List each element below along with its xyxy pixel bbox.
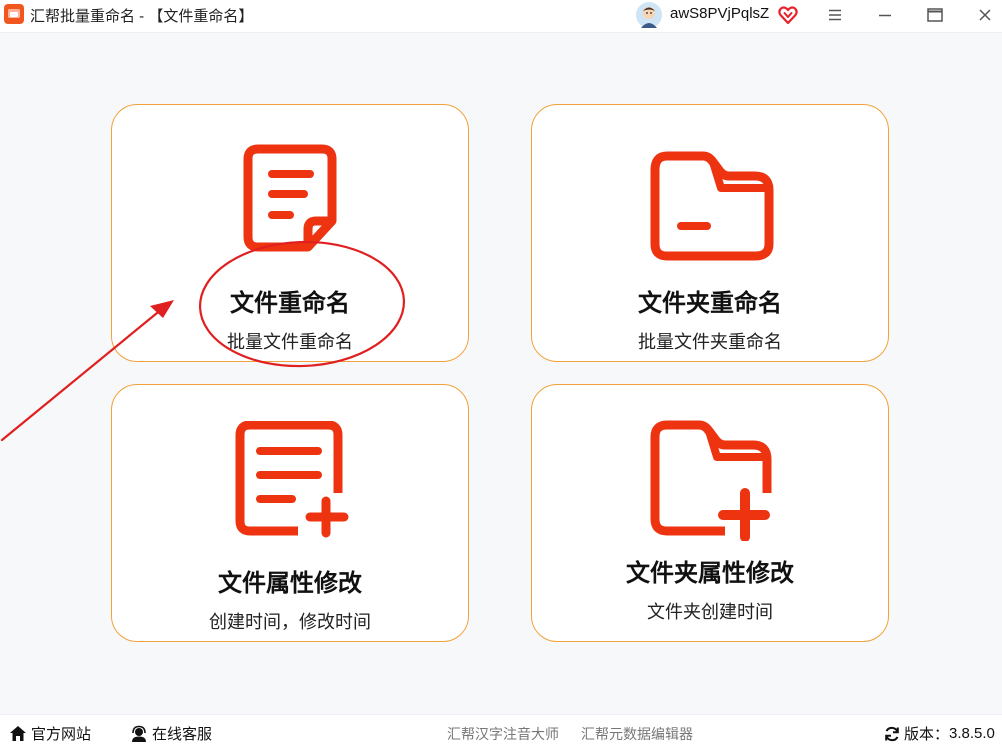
online-service-link[interactable]: 在线客服 <box>130 723 212 744</box>
document-icon <box>243 144 337 252</box>
app-logo <box>4 4 24 24</box>
title-bar: 汇帮批量重命名 - 【文件重命名】 awS8PVjPqlsZ <box>0 0 1002 33</box>
minimize-button[interactable] <box>871 2 899 28</box>
app-window: 汇帮批量重命名 - 【文件重命名】 awS8PVjPqlsZ 文件重命名 批量文… <box>0 0 1002 746</box>
menu-button[interactable] <box>821 2 849 28</box>
close-button[interactable] <box>971 2 999 28</box>
file-rename-card[interactable]: 文件重命名 批量文件重命名 <box>111 104 469 362</box>
home-icon <box>10 726 26 741</box>
version-prefix: 版本： <box>904 726 950 743</box>
folder-add-icon <box>650 420 772 541</box>
folder-attribute-card[interactable]: 文件夹属性修改 文件夹创建时间 <box>531 384 889 642</box>
card-subtitle: 文件夹创建时间 <box>647 602 773 622</box>
card-title: 文件夹属性修改 <box>626 560 794 587</box>
file-attribute-card[interactable]: 文件属性修改 创建时间，修改时间 <box>111 384 469 642</box>
avatar[interactable] <box>636 2 662 28</box>
status-bar: 官方网站 在线客服 汇帮汉字注音大师 汇帮元数据编辑器 版本： 3.8.5.0 <box>0 714 1002 746</box>
card-title: 文件重命名 <box>230 290 350 317</box>
menu-icon <box>829 9 841 21</box>
version-info[interactable]: 版本： 3.8.5.0 <box>884 723 995 744</box>
card-title: 文件夹重命名 <box>638 290 782 317</box>
window-title: 汇帮批量重命名 - 【文件重命名】 <box>30 8 254 25</box>
metadata-editor-link[interactable]: 汇帮元数据编辑器 <box>581 724 693 744</box>
close-icon <box>979 9 991 21</box>
official-site-label: 官方网站 <box>31 726 92 743</box>
card-title: 文件属性修改 <box>218 570 362 597</box>
maximize-button[interactable] <box>921 2 949 28</box>
vip-heart-icon[interactable] <box>778 5 798 25</box>
document-add-icon <box>235 421 349 538</box>
card-subtitle: 批量文件夹重命名 <box>638 332 782 352</box>
folder-rename-card[interactable]: 文件夹重命名 批量文件夹重命名 <box>531 104 889 362</box>
online-service-label: 在线客服 <box>152 726 213 743</box>
folder-icon <box>650 151 774 261</box>
minimize-icon <box>879 14 891 17</box>
card-subtitle: 批量文件重命名 <box>227 332 353 352</box>
customer-service-icon <box>132 725 146 742</box>
maximize-icon <box>927 8 943 22</box>
pinyin-tool-link[interactable]: 汇帮汉字注音大师 <box>447 724 559 744</box>
version-number: 3.8.5.0 <box>949 725 995 742</box>
card-subtitle: 创建时间，修改时间 <box>209 612 371 632</box>
refresh-icon <box>885 726 899 741</box>
official-site-link[interactable]: 官方网站 <box>9 723 91 744</box>
username[interactable]: awS8PVjPqlsZ <box>670 5 769 22</box>
